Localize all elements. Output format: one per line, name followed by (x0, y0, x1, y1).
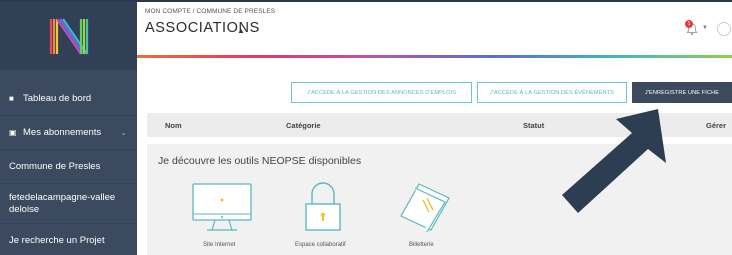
user-avatar-icon[interactable] (717, 22, 731, 36)
sidebar-item-label: fetedelacampagne-valleedeloise (9, 191, 116, 215)
tool-label: Billetterie (409, 242, 434, 248)
sidebar-item-subscriptions[interactable]: ▣ Mes abonnements ⌄ (0, 116, 137, 150)
notification-badge: 1 (685, 20, 693, 28)
register-sheet-button[interactable]: J'ENREGISTRE UNE FICHE (632, 82, 732, 103)
breadcrumb[interactable]: MON COMPTE / COMMUNE DE PRESLES (145, 8, 275, 15)
sidebar-item-label: Commune de Presles (9, 161, 101, 172)
page-header: MON COMPTE / COMMUNE DE PRESLES ASSOCIAT… (137, 2, 732, 58)
sidebar-item-label: Mes abonnements (23, 127, 102, 138)
chevron-down-icon[interactable]: ▼ (702, 25, 708, 31)
sidebar-item-label: Je recherche un Projet (9, 235, 105, 246)
rainbow-divider (137, 55, 732, 58)
sidebar-item-fete[interactable]: fetedelacampagne-valleedeloise (0, 184, 137, 224)
app-page: ■ Tableau de bord ▣ Mes abonnements ⌄ Co… (0, 0, 732, 255)
sidebar-item-commune[interactable]: Commune de Presles (0, 150, 137, 184)
column-header-manage[interactable]: Gérer (706, 121, 726, 130)
logo[interactable] (0, 2, 137, 70)
sidebar-item-projet[interactable]: Je recherche un Projet (0, 224, 137, 255)
sidebar-item-label: Tableau de bord (23, 93, 92, 104)
manage-events-button[interactable]: J'ACCÈDE À LA GESTION DES ÉVÉNEMENTS (477, 82, 627, 103)
manage-job-ads-button[interactable]: J'ACCÈDE À LA GESTION DES ANNONCES D'EMP… (291, 82, 472, 103)
sidebar-item-dashboard[interactable]: ■ Tableau de bord (0, 82, 137, 116)
arrow-annotation-icon (562, 109, 666, 213)
tool-label: Site Internet (203, 242, 236, 248)
column-header-category[interactable]: Catégorie (286, 121, 321, 130)
sidebar: ■ Tableau de bord ▣ Mes abonnements ⌄ Co… (0, 2, 137, 255)
neopse-logo-icon (49, 18, 88, 55)
chevron-down-icon: ⌄ (120, 128, 127, 137)
caret-up-icon[interactable]: ▲ (237, 26, 245, 35)
discover-title: Je découvre les outils NEOPSE disponible… (158, 155, 362, 167)
tickets-icon[interactable] (397, 180, 453, 234)
padlock-icon[interactable] (303, 180, 343, 234)
dashboard-icon: ■ (9, 94, 14, 103)
subscriptions-icon: ▣ (9, 128, 17, 137)
monitor-icon[interactable] (191, 182, 253, 234)
tool-label: Espace collaboratif (295, 242, 346, 248)
column-header-status[interactable]: Statut (523, 121, 544, 130)
column-header-name[interactable]: Nom (165, 121, 182, 130)
